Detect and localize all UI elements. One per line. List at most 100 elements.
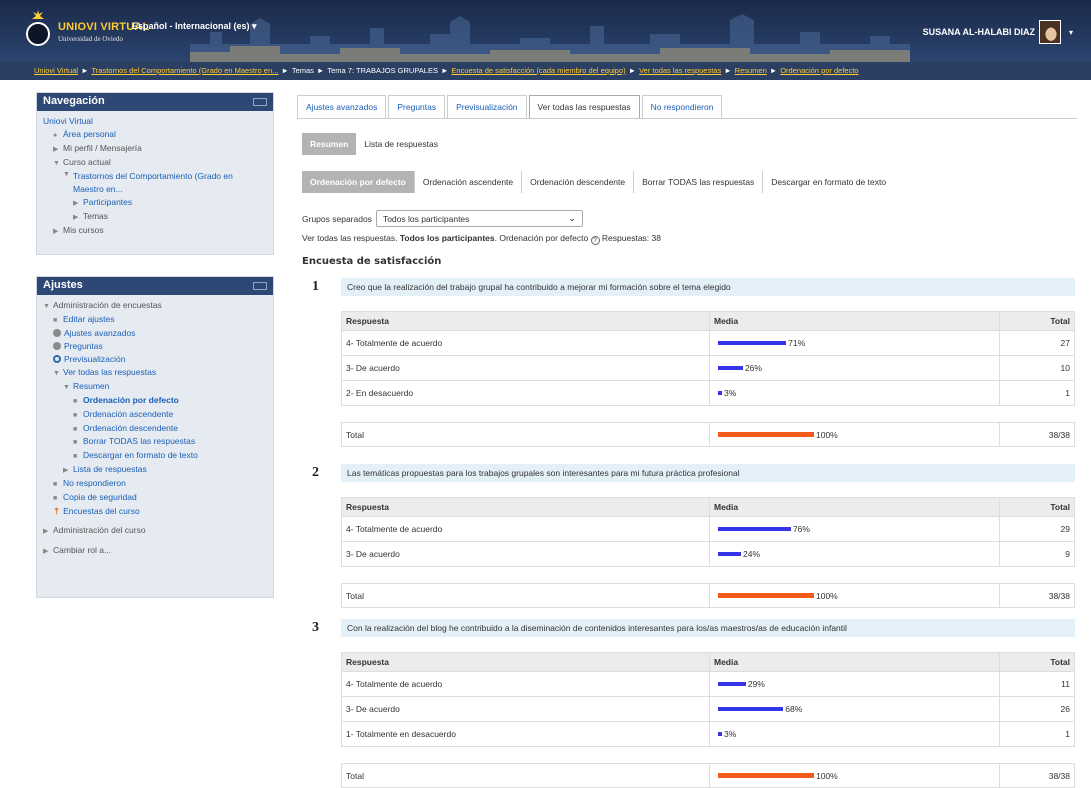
breadcrumb-item[interactable]: Tema 7: TRABAJOS GRUPALES [327,66,438,75]
column-header-total: Total [999,497,1075,517]
nav-home-link[interactable]: Uniovi Virtual [43,116,93,126]
settings-edit-link[interactable]: Editar ajustes [63,314,115,324]
breadcrumb-item[interactable]: Trastornos del Comportamiento (Grado en … [92,66,279,75]
bullet-icon: ■ [73,397,78,405]
sub-tabs: Resumen Lista de respuestas [302,133,446,155]
responses-table: Respuesta Media Total 4- Totalmente de acue… [341,311,1075,406]
breadcrumb-item[interactable]: Resumen [735,66,767,75]
tab-questions[interactable]: Preguntas [388,95,446,119]
sort-default[interactable]: Ordenación por defecto [302,171,415,193]
question-text: Creo que la realización del trabajo grup… [341,278,1075,296]
settings-course-surveys-link[interactable]: Encuestas del curso [63,506,140,516]
bullet-icon: ● [53,132,58,140]
expanded-arrow-icon[interactable]: ▼ [53,159,63,170]
percentage-label: 76% [792,524,810,534]
expanded-arrow-icon[interactable]: ▼ [63,383,73,394]
breadcrumb-item[interactable]: Temas [292,66,314,75]
tab-no-response[interactable]: No respondieron [641,95,723,119]
table-row: 3- De acuerdo 26% 10 [341,355,1075,381]
question-number: 1 [312,279,319,294]
help-icon[interactable]: ? [590,236,600,245]
navigation-block-header[interactable]: Navegación [37,93,273,111]
block-controls-icon[interactable] [253,98,267,106]
breadcrumb-item[interactable]: Ver todas las respuestas [639,66,721,75]
collapsed-arrow-icon[interactable]: ▶ [43,547,53,558]
total-row: Total 100% 38/38 [341,763,1075,788]
settings-course-admin[interactable]: Administración del curso [53,525,146,535]
tab-advanced-settings[interactable]: Ajustes avanzados [297,95,387,119]
table-header-row: Respuesta Media Total [341,652,1075,672]
user-menu-caret-icon[interactable]: ▾ [1069,28,1073,37]
settings-questions-link[interactable]: Preguntas [64,341,103,351]
avatar[interactable] [1039,20,1061,44]
settings-no-response-link[interactable]: No respondieron [63,478,126,488]
chevron-down-icon: ⌄ [568,213,576,223]
mean-cell: 71% [709,330,1000,356]
total-percentage-label: 100% [816,429,838,440]
bullet-icon: ■ [53,480,58,488]
tab-preview[interactable]: Previsualización [447,95,527,119]
bullet-icon: ■ [53,316,58,324]
breadcrumb: Uniovi Virtual ► Trastornos del Comportami… [0,62,1091,80]
summary-prefix: Ver todas las respuestas. [302,233,398,243]
settings-admin-surveys[interactable]: Administración de encuestas [53,300,162,310]
settings-change-role[interactable]: Cambiar rol a... [53,545,111,555]
nav-participants-link[interactable]: Participantes [83,197,132,207]
settings-block-header[interactable]: Ajustes [37,277,273,295]
collapsed-arrow-icon[interactable]: ▶ [53,145,63,156]
tab-view-all-responses[interactable]: Ver todas las respuestas [528,95,640,119]
sort-ascending[interactable]: Ordenación ascendente [415,171,523,193]
nav-course-link[interactable]: Trastornos del Comportamiento (Grado en … [73,170,263,196]
collapsed-arrow-icon[interactable]: ▶ [43,527,53,538]
university-logo[interactable] [26,22,50,46]
percentage-label: 68% [785,704,803,714]
collapsed-arrow-icon[interactable]: ▶ [53,227,63,238]
breadcrumb-item[interactable]: Uniovi Virtual [34,66,78,75]
sort-descending[interactable]: Ordenación descendente [522,171,635,193]
collapsed-arrow-icon[interactable]: ▶ [63,466,73,477]
settings-order-desc-link[interactable]: Ordenación descendente [83,423,178,433]
question-number: 2 [312,465,319,480]
download-text[interactable]: Descargar en formato de texto [763,171,894,193]
collapsed-arrow-icon[interactable]: ▶ [73,199,83,210]
nav-current-course[interactable]: Curso actual [63,157,111,167]
breadcrumb-item[interactable]: Ordenación por defecto [780,66,858,75]
language-selector[interactable]: Español - Internacional (es) ▾ [132,21,257,32]
settings-summary-link[interactable]: Resumen [73,381,109,391]
settings-order-default-current[interactable]: Ordenación por defecto [83,395,179,405]
nav-area-link[interactable]: Área personal [63,129,116,139]
settings-list-link[interactable]: Lista de respuestas [73,464,147,474]
percentage-label: 3% [724,388,737,398]
response-label: 4- Totalmente de acuerdo [341,671,710,697]
settings-delete-all-link[interactable]: Borrar TODAS las respuestas [83,436,195,446]
delete-all-responses[interactable]: Borrar TODAS las respuestas [634,171,764,193]
bullet-icon: ■ [73,425,78,433]
expanded-arrow-icon[interactable]: ▼ [63,170,73,196]
settings-preview-link[interactable]: Previsualización [64,354,125,364]
subtab-response-list[interactable]: Lista de respuestas [356,133,446,155]
column-header-mean: Media [709,652,1000,672]
nav-profile[interactable]: Mi perfil / Mensajería [63,143,142,153]
expanded-arrow-icon[interactable]: ▼ [53,369,63,380]
groups-select[interactable]: Todos los participantes ⌄ [375,210,583,227]
block-controls-icon[interactable] [253,282,267,290]
subtab-summary[interactable]: Resumen [302,133,357,155]
response-label: 1- Totalmente en desacuerdo [341,721,710,747]
expanded-arrow-icon[interactable]: ▼ [43,302,53,313]
settings-order-asc-link[interactable]: Ordenación ascendente [83,409,173,419]
settings-view-all-link[interactable]: Ver todas las respuestas [63,367,156,377]
settings-advanced-link[interactable]: Ajustes avanzados [64,328,135,338]
collapsed-arrow-icon[interactable]: ▶ [73,213,83,224]
user-name[interactable]: SUSANA AL-HALABI DIAZ [923,27,1035,37]
mean-cell: 24% [709,541,1000,567]
site-subtitle: Universidad de Oviedo [58,35,123,43]
nav-my-courses[interactable]: Mis cursos [63,225,104,235]
total-percentage-bar [718,773,814,778]
table-row: 3- De acuerdo 24% 9 [341,541,1075,567]
total-percentage-bar [718,432,814,437]
column-header-mean: Media [709,311,1000,331]
settings-download-link[interactable]: Descargar en formato de texto [83,450,198,460]
breadcrumb-item[interactable]: Encuesta de satisfacción (cada miembro d… [451,66,625,75]
nav-topics[interactable]: Temas [83,211,108,221]
settings-backup-link[interactable]: Copia de seguridad [63,492,137,502]
